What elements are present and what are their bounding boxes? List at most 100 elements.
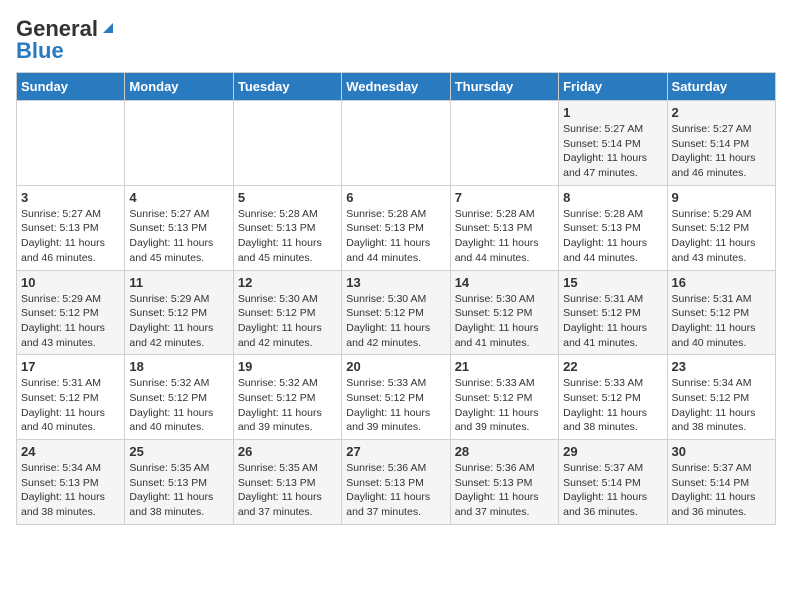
weekday-header-sunday: Sunday xyxy=(17,73,125,101)
day-number: 20 xyxy=(346,359,445,374)
calendar-cell: 25 Sunrise: 5:35 AM Sunset: 5:13 PM Dayli… xyxy=(125,440,233,525)
day-info: Sunrise: 5:36 AM Sunset: 5:13 PM Dayligh… xyxy=(455,461,554,520)
day-number: 24 xyxy=(21,444,120,459)
day-info: Sunrise: 5:29 AM Sunset: 5:12 PM Dayligh… xyxy=(129,292,228,351)
calendar-cell xyxy=(450,101,558,186)
day-info: Sunrise: 5:30 AM Sunset: 5:12 PM Dayligh… xyxy=(346,292,445,351)
calendar-cell: 26 Sunrise: 5:35 AM Sunset: 5:13 PM Dayli… xyxy=(233,440,341,525)
day-number: 17 xyxy=(21,359,120,374)
day-info: Sunrise: 5:37 AM Sunset: 5:14 PM Dayligh… xyxy=(672,461,771,520)
day-number: 22 xyxy=(563,359,662,374)
calendar-cell: 23 Sunrise: 5:34 AM Sunset: 5:12 PM Dayli… xyxy=(667,355,775,440)
logo-blue: Blue xyxy=(16,38,64,64)
calendar-cell: 30 Sunrise: 5:37 AM Sunset: 5:14 PM Dayli… xyxy=(667,440,775,525)
calendar-cell: 22Sunrise: 5:33 AM Sunset: 5:12 PM Dayli… xyxy=(559,355,667,440)
calendar-week-row: 1 Sunrise: 5:27 AM Sunset: 5:14 PM Daylig… xyxy=(17,101,776,186)
day-info: Sunrise: 5:30 AM Sunset: 5:12 PM Dayligh… xyxy=(455,292,554,351)
day-info: Sunrise: 5:29 AM Sunset: 5:12 PM Dayligh… xyxy=(672,207,771,266)
day-info: Sunrise: 5:30 AM Sunset: 5:12 PM Dayligh… xyxy=(238,292,337,351)
day-info: Sunrise: 5:32 AM Sunset: 5:12 PM Dayligh… xyxy=(129,376,228,435)
day-number: 26 xyxy=(238,444,337,459)
calendar-cell: 12 Sunrise: 5:30 AM Sunset: 5:12 PM Dayli… xyxy=(233,270,341,355)
day-number: 3 xyxy=(21,190,120,205)
calendar-cell: 18Sunrise: 5:32 AM Sunset: 5:12 PM Dayli… xyxy=(125,355,233,440)
day-number: 6 xyxy=(346,190,445,205)
day-info: Sunrise: 5:28 AM Sunset: 5:13 PM Dayligh… xyxy=(346,207,445,266)
calendar-cell: 5 Sunrise: 5:28 AM Sunset: 5:13 PM Daylig… xyxy=(233,185,341,270)
day-number: 27 xyxy=(346,444,445,459)
day-number: 8 xyxy=(563,190,662,205)
calendar-cell: 17 Sunrise: 5:31 AM Sunset: 5:12 PM Dayli… xyxy=(17,355,125,440)
day-number: 1 xyxy=(563,105,662,120)
calendar-header-row: SundayMondayTuesdayWednesdayThursdayFrid… xyxy=(17,73,776,101)
day-number: 2 xyxy=(672,105,771,120)
day-info: Sunrise: 5:27 AM Sunset: 5:14 PM Dayligh… xyxy=(672,122,771,181)
calendar-cell xyxy=(17,101,125,186)
calendar-cell: 7Sunrise: 5:28 AM Sunset: 5:13 PM Daylig… xyxy=(450,185,558,270)
day-info: Sunrise: 5:31 AM Sunset: 5:12 PM Dayligh… xyxy=(672,292,771,351)
day-number: 7 xyxy=(455,190,554,205)
day-number: 11 xyxy=(129,275,228,290)
day-number: 13 xyxy=(346,275,445,290)
day-info: Sunrise: 5:31 AM Sunset: 5:12 PM Dayligh… xyxy=(21,376,120,435)
calendar-cell: 4 Sunrise: 5:27 AM Sunset: 5:13 PM Daylig… xyxy=(125,185,233,270)
calendar-cell: 20 Sunrise: 5:33 AM Sunset: 5:12 PM Dayli… xyxy=(342,355,450,440)
day-info: Sunrise: 5:31 AM Sunset: 5:12 PM Dayligh… xyxy=(563,292,662,351)
calendar-cell: 16 Sunrise: 5:31 AM Sunset: 5:12 PM Dayli… xyxy=(667,270,775,355)
day-number: 19 xyxy=(238,359,337,374)
day-number: 28 xyxy=(455,444,554,459)
weekday-header-thursday: Thursday xyxy=(450,73,558,101)
calendar-week-row: 10 Sunrise: 5:29 AM Sunset: 5:12 PM Dayli… xyxy=(17,270,776,355)
day-info: Sunrise: 5:27 AM Sunset: 5:13 PM Dayligh… xyxy=(129,207,228,266)
calendar-cell: 21Sunrise: 5:33 AM Sunset: 5:12 PM Dayli… xyxy=(450,355,558,440)
page-header: General Blue xyxy=(16,16,776,64)
calendar-table: SundayMondayTuesdayWednesdayThursdayFrid… xyxy=(16,72,776,525)
calendar-cell: 19 Sunrise: 5:32 AM Sunset: 5:12 PM Dayli… xyxy=(233,355,341,440)
day-number: 12 xyxy=(238,275,337,290)
day-number: 29 xyxy=(563,444,662,459)
day-number: 5 xyxy=(238,190,337,205)
day-number: 14 xyxy=(455,275,554,290)
calendar-week-row: 17 Sunrise: 5:31 AM Sunset: 5:12 PM Dayli… xyxy=(17,355,776,440)
day-info: Sunrise: 5:28 AM Sunset: 5:13 PM Dayligh… xyxy=(563,207,662,266)
calendar-cell: 24 Sunrise: 5:34 AM Sunset: 5:13 PM Dayli… xyxy=(17,440,125,525)
day-info: Sunrise: 5:37 AM Sunset: 5:14 PM Dayligh… xyxy=(563,461,662,520)
day-info: Sunrise: 5:34 AM Sunset: 5:13 PM Dayligh… xyxy=(21,461,120,520)
calendar-cell: 2 Sunrise: 5:27 AM Sunset: 5:14 PM Daylig… xyxy=(667,101,775,186)
day-info: Sunrise: 5:27 AM Sunset: 5:13 PM Dayligh… xyxy=(21,207,120,266)
day-info: Sunrise: 5:35 AM Sunset: 5:13 PM Dayligh… xyxy=(238,461,337,520)
weekday-header-saturday: Saturday xyxy=(667,73,775,101)
calendar-cell: 11 Sunrise: 5:29 AM Sunset: 5:12 PM Dayli… xyxy=(125,270,233,355)
day-number: 15 xyxy=(563,275,662,290)
day-info: Sunrise: 5:33 AM Sunset: 5:12 PM Dayligh… xyxy=(346,376,445,435)
calendar-cell: 9Sunrise: 5:29 AM Sunset: 5:12 PM Daylig… xyxy=(667,185,775,270)
calendar-cell: 27Sunrise: 5:36 AM Sunset: 5:13 PM Dayli… xyxy=(342,440,450,525)
day-info: Sunrise: 5:34 AM Sunset: 5:12 PM Dayligh… xyxy=(672,376,771,435)
calendar-week-row: 3 Sunrise: 5:27 AM Sunset: 5:13 PM Daylig… xyxy=(17,185,776,270)
day-number: 10 xyxy=(21,275,120,290)
day-info: Sunrise: 5:32 AM Sunset: 5:12 PM Dayligh… xyxy=(238,376,337,435)
day-number: 30 xyxy=(672,444,771,459)
logo-arrow-icon xyxy=(99,19,117,37)
day-number: 23 xyxy=(672,359,771,374)
day-number: 16 xyxy=(672,275,771,290)
weekday-header-friday: Friday xyxy=(559,73,667,101)
day-info: Sunrise: 5:27 AM Sunset: 5:14 PM Dayligh… xyxy=(563,122,662,181)
calendar-cell: 1 Sunrise: 5:27 AM Sunset: 5:14 PM Daylig… xyxy=(559,101,667,186)
calendar-cell: 14 Sunrise: 5:30 AM Sunset: 5:12 PM Dayli… xyxy=(450,270,558,355)
logo: General Blue xyxy=(16,16,117,64)
day-info: Sunrise: 5:35 AM Sunset: 5:13 PM Dayligh… xyxy=(129,461,228,520)
calendar-cell xyxy=(233,101,341,186)
day-number: 4 xyxy=(129,190,228,205)
day-number: 25 xyxy=(129,444,228,459)
calendar-cell xyxy=(125,101,233,186)
calendar-cell: 13 Sunrise: 5:30 AM Sunset: 5:12 PM Dayli… xyxy=(342,270,450,355)
calendar-cell: 15 Sunrise: 5:31 AM Sunset: 5:12 PM Dayli… xyxy=(559,270,667,355)
calendar-cell xyxy=(342,101,450,186)
day-info: Sunrise: 5:28 AM Sunset: 5:13 PM Dayligh… xyxy=(238,207,337,266)
weekday-header-tuesday: Tuesday xyxy=(233,73,341,101)
calendar-cell: 3 Sunrise: 5:27 AM Sunset: 5:13 PM Daylig… xyxy=(17,185,125,270)
day-info: Sunrise: 5:29 AM Sunset: 5:12 PM Dayligh… xyxy=(21,292,120,351)
weekday-header-monday: Monday xyxy=(125,73,233,101)
calendar-cell: 28 Sunrise: 5:36 AM Sunset: 5:13 PM Dayli… xyxy=(450,440,558,525)
